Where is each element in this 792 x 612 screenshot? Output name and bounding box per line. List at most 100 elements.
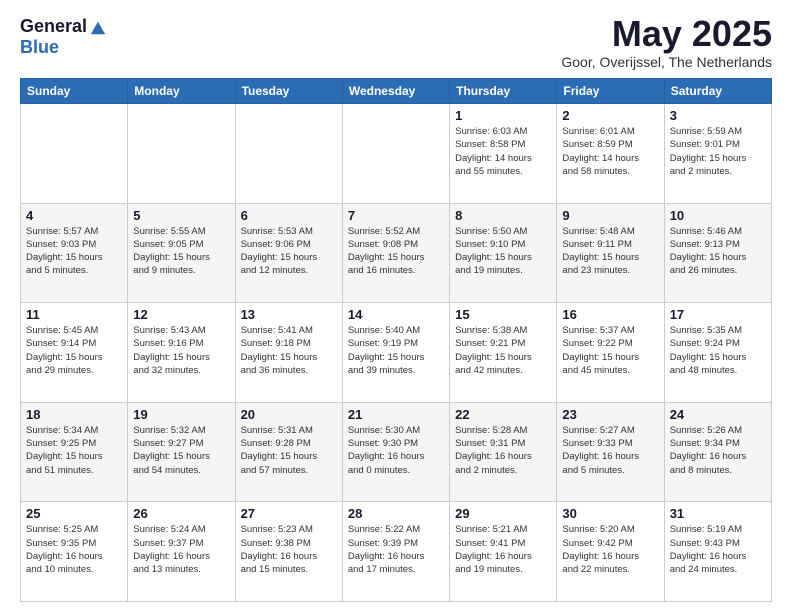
day-number: 27 [241, 506, 337, 521]
day-cell [342, 104, 449, 204]
day-number: 11 [26, 307, 122, 322]
day-number: 20 [241, 407, 337, 422]
day-number: 7 [348, 208, 444, 223]
day-cell: 25Sunrise: 5:25 AM Sunset: 9:35 PM Dayli… [21, 502, 128, 602]
day-number: 31 [670, 506, 766, 521]
day-number: 19 [133, 407, 229, 422]
day-number: 21 [348, 407, 444, 422]
day-info: Sunrise: 5:52 AM Sunset: 9:08 PM Dayligh… [348, 225, 444, 278]
day-number: 23 [562, 407, 658, 422]
day-cell: 18Sunrise: 5:34 AM Sunset: 9:25 PM Dayli… [21, 402, 128, 502]
day-cell: 27 Sunrise: 5:23 AM Sunset: 9:38 PM Dayli… [235, 502, 342, 602]
week-row-4: 18Sunrise: 5:34 AM Sunset: 9:25 PM Dayli… [21, 402, 772, 502]
day-cell: 28Sunrise: 5:22 AM Sunset: 9:39 PM Dayli… [342, 502, 449, 602]
day-number: 13 [241, 307, 337, 322]
day-info: Sunrise: 5:40 AM Sunset: 9:19 PM Dayligh… [348, 324, 444, 377]
day-info: Sunrise: 5:31 AM Sunset: 9:28 PM Dayligh… [241, 424, 337, 477]
header-cell-tuesday: Tuesday [235, 79, 342, 104]
day-cell [235, 104, 342, 204]
logo: General Blue [20, 16, 107, 58]
day-info: Sunrise: 6:01 AM Sunset: 8:59 PM Dayligh… [562, 125, 658, 178]
month-title: May 2025 [561, 16, 772, 52]
day-cell: 17Sunrise: 5:35 AM Sunset: 9:24 PM Dayli… [664, 303, 771, 403]
day-number: 17 [670, 307, 766, 322]
day-cell: 8 Sunrise: 5:50 AM Sunset: 9:10 PM Daylig… [450, 203, 557, 303]
day-cell: 23Sunrise: 5:27 AM Sunset: 9:33 PM Dayli… [557, 402, 664, 502]
day-info: Sunrise: 5:38 AM Sunset: 9:21 PM Dayligh… [455, 324, 551, 377]
day-number: 24 [670, 407, 766, 422]
day-info: Sunrise: 5:25 AM Sunset: 9:35 PM Dayligh… [26, 523, 122, 576]
day-cell: 20 Sunrise: 5:31 AM Sunset: 9:28 PM Dayli… [235, 402, 342, 502]
day-info: Sunrise: 5:21 AM Sunset: 9:41 PM Dayligh… [455, 523, 551, 576]
day-info: Sunrise: 5:20 AM Sunset: 9:42 PM Dayligh… [562, 523, 658, 576]
header-cell-friday: Friday [557, 79, 664, 104]
day-info: Sunrise: 5:26 AM Sunset: 9:34 PM Dayligh… [670, 424, 766, 477]
day-info: Sunrise: 5:50 AM Sunset: 9:10 PM Dayligh… [455, 225, 551, 278]
day-number: 5 [133, 208, 229, 223]
day-info: Sunrise: 5:34 AM Sunset: 9:25 PM Dayligh… [26, 424, 122, 477]
day-number: 6 [241, 208, 337, 223]
day-info: Sunrise: 5:48 AM Sunset: 9:11 PM Dayligh… [562, 225, 658, 278]
day-number: 10 [670, 208, 766, 223]
day-number: 1 [455, 108, 551, 123]
day-cell: 21Sunrise: 5:30 AM Sunset: 9:30 PM Dayli… [342, 402, 449, 502]
day-cell: 19 Sunrise: 5:32 AM Sunset: 9:27 PM Dayli… [128, 402, 235, 502]
week-row-3: 11 Sunrise: 5:45 AM Sunset: 9:14 PM Dayli… [21, 303, 772, 403]
day-cell: 2 Sunrise: 6:01 AM Sunset: 8:59 PM Daylig… [557, 104, 664, 204]
day-info: Sunrise: 5:59 AM Sunset: 9:01 PM Dayligh… [670, 125, 766, 178]
title-area: May 2025 Goor, Overijssel, The Netherlan… [561, 16, 772, 70]
day-number: 12 [133, 307, 229, 322]
day-cell: 14 Sunrise: 5:40 AM Sunset: 9:19 PM Dayli… [342, 303, 449, 403]
day-info: Sunrise: 5:46 AM Sunset: 9:13 PM Dayligh… [670, 225, 766, 278]
day-info: Sunrise: 5:45 AM Sunset: 9:14 PM Dayligh… [26, 324, 122, 377]
day-cell: 26 Sunrise: 5:24 AM Sunset: 9:37 PM Dayli… [128, 502, 235, 602]
day-number: 3 [670, 108, 766, 123]
day-cell [21, 104, 128, 204]
day-number: 22 [455, 407, 551, 422]
location-text: Goor, Overijssel, The Netherlands [561, 54, 772, 70]
header-cell-saturday: Saturday [664, 79, 771, 104]
day-info: Sunrise: 5:28 AM Sunset: 9:31 PM Dayligh… [455, 424, 551, 477]
day-number: 14 [348, 307, 444, 322]
day-cell: 4 Sunrise: 5:57 AM Sunset: 9:03 PM Daylig… [21, 203, 128, 303]
day-cell: 24 Sunrise: 5:26 AM Sunset: 9:34 PM Dayli… [664, 402, 771, 502]
day-number: 2 [562, 108, 658, 123]
day-cell: 10 Sunrise: 5:46 AM Sunset: 9:13 PM Dayli… [664, 203, 771, 303]
day-info: Sunrise: 5:55 AM Sunset: 9:05 PM Dayligh… [133, 225, 229, 278]
header-cell-thursday: Thursday [450, 79, 557, 104]
day-number: 28 [348, 506, 444, 521]
week-row-2: 4 Sunrise: 5:57 AM Sunset: 9:03 PM Daylig… [21, 203, 772, 303]
day-number: 4 [26, 208, 122, 223]
day-cell: 13Sunrise: 5:41 AM Sunset: 9:18 PM Dayli… [235, 303, 342, 403]
day-info: Sunrise: 5:23 AM Sunset: 9:38 PM Dayligh… [241, 523, 337, 576]
day-info: Sunrise: 5:24 AM Sunset: 9:37 PM Dayligh… [133, 523, 229, 576]
day-number: 9 [562, 208, 658, 223]
day-cell: 12 Sunrise: 5:43 AM Sunset: 9:16 PM Dayli… [128, 303, 235, 403]
day-cell: 31 Sunrise: 5:19 AM Sunset: 9:43 PM Dayli… [664, 502, 771, 602]
logo-text: General [20, 16, 107, 37]
day-cell: 9 Sunrise: 5:48 AM Sunset: 9:11 PM Daylig… [557, 203, 664, 303]
day-info: Sunrise: 5:53 AM Sunset: 9:06 PM Dayligh… [241, 225, 337, 278]
day-number: 29 [455, 506, 551, 521]
day-number: 26 [133, 506, 229, 521]
day-number: 16 [562, 307, 658, 322]
header-cell-sunday: Sunday [21, 79, 128, 104]
day-cell [128, 104, 235, 204]
header: General Blue May 2025 Goor, Overijssel, … [20, 16, 772, 70]
day-number: 30 [562, 506, 658, 521]
logo-general-text: General [20, 16, 87, 37]
day-cell: 29 Sunrise: 5:21 AM Sunset: 9:41 PM Dayli… [450, 502, 557, 602]
day-number: 15 [455, 307, 551, 322]
header-cell-wednesday: Wednesday [342, 79, 449, 104]
day-cell: 1 Sunrise: 6:03 AM Sunset: 8:58 PM Daylig… [450, 104, 557, 204]
day-info: Sunrise: 5:32 AM Sunset: 9:27 PM Dayligh… [133, 424, 229, 477]
page: General Blue May 2025 Goor, Overijssel, … [0, 0, 792, 612]
day-info: Sunrise: 5:37 AM Sunset: 9:22 PM Dayligh… [562, 324, 658, 377]
day-info: Sunrise: 5:57 AM Sunset: 9:03 PM Dayligh… [26, 225, 122, 278]
day-number: 8 [455, 208, 551, 223]
logo-blue-text: Blue [20, 37, 59, 58]
week-row-1: 1 Sunrise: 6:03 AM Sunset: 8:58 PM Daylig… [21, 104, 772, 204]
day-info: Sunrise: 6:03 AM Sunset: 8:58 PM Dayligh… [455, 125, 551, 178]
day-info: Sunrise: 5:19 AM Sunset: 9:43 PM Dayligh… [670, 523, 766, 576]
day-info: Sunrise: 5:43 AM Sunset: 9:16 PM Dayligh… [133, 324, 229, 377]
